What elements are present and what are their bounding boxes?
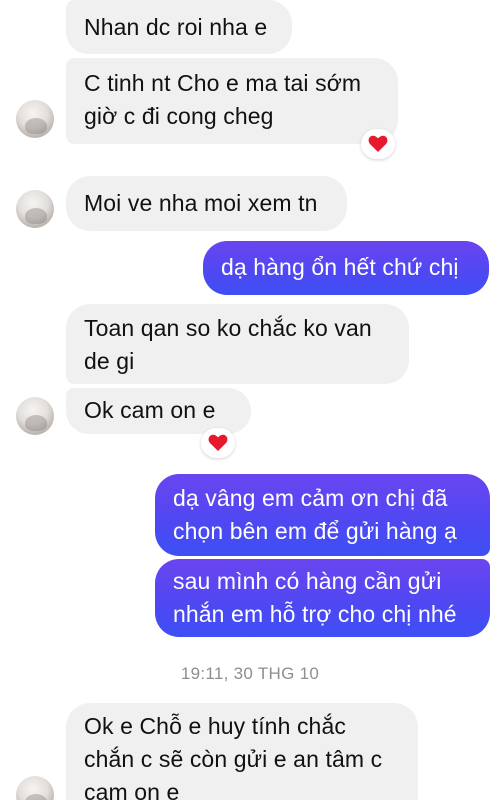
outgoing-message[interactable]: dạ hàng ổn hết chứ chị [203,241,489,295]
contact-avatar[interactable] [16,776,54,800]
heart-icon [208,434,228,451]
incoming-message[interactable]: Nhan dc roi nha e [66,0,292,54]
chat-thread: Nhan dc roi nha e C tinh nt Cho e ma tai… [0,0,500,800]
heart-reaction[interactable] [361,129,395,159]
heart-icon [368,135,388,152]
incoming-message[interactable]: Ok cam on e [66,388,251,434]
incoming-message[interactable]: Ok e Chỗ e huy tính chắc chắn c sẽ còn g… [66,703,418,800]
message-timestamp: 19:11, 30 THG 10 [180,664,320,683]
outgoing-message[interactable]: sau mình có hàng cần gửi nhắn em hỗ trợ … [155,559,490,637]
incoming-message[interactable]: Toan qan so ko chắc ko van de gi [66,304,409,384]
incoming-message[interactable]: Moi ve nha moi xem tn [66,176,347,231]
heart-reaction[interactable] [201,428,235,458]
contact-avatar[interactable] [16,190,54,228]
contact-avatar[interactable] [16,397,54,435]
contact-avatar[interactable] [16,100,54,138]
incoming-message[interactable]: C tinh nt Cho e ma tai sớm giờ c đi cong… [66,58,398,144]
outgoing-message[interactable]: dạ vâng em cảm ơn chị đã chọn bên em để … [155,474,490,556]
